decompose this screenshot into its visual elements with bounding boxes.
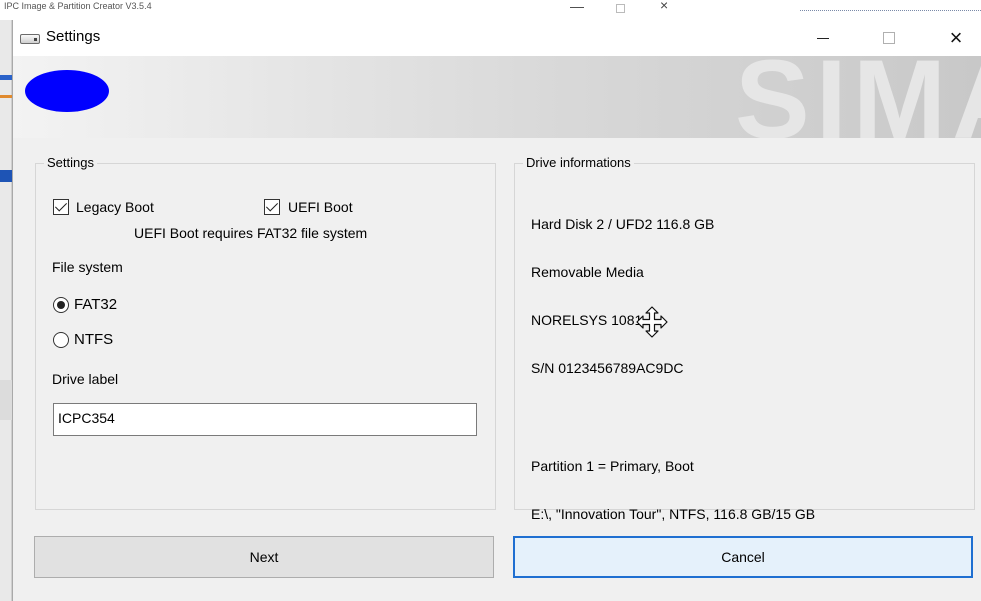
maximize-button bbox=[866, 20, 912, 56]
drive-info-text: Hard Disk 2 / UFD2 116.8 GB Removable Me… bbox=[531, 184, 815, 554]
banner-watermark: SIMA bbox=[735, 56, 981, 138]
background-app-title: IPC Image & Partition Creator V3.5.4 bbox=[4, 1, 152, 11]
dialog-title: Settings bbox=[46, 28, 101, 45]
cancel-button[interactable]: Cancel bbox=[513, 536, 973, 578]
drive-info-line: S/N 0123456789AC9DC bbox=[531, 360, 684, 376]
ntfs-radio[interactable] bbox=[53, 332, 69, 348]
settings-group-legend: Settings bbox=[44, 155, 97, 170]
drive-info-line: Partition 1 = Primary, Boot bbox=[531, 458, 694, 474]
header-banner: SIMA bbox=[13, 56, 981, 138]
drive-info-line: E:\, "Innovation Tour", NTFS, 116.8 GB/1… bbox=[531, 506, 816, 522]
settings-dialog: Settings × SIMA Settings Legacy Boot UEF… bbox=[12, 20, 981, 601]
maximize-icon bbox=[883, 32, 895, 44]
drive-info-line: Removable Media bbox=[531, 264, 644, 280]
drive-label-input[interactable]: ICPC354 bbox=[53, 403, 477, 436]
move-cursor-icon bbox=[636, 306, 668, 338]
drive-icon bbox=[20, 34, 40, 44]
dialog-titlebar[interactable]: Settings × bbox=[13, 20, 981, 56]
fat32-label[interactable]: FAT32 bbox=[74, 296, 117, 313]
fat32-radio[interactable] bbox=[53, 297, 69, 313]
close-button[interactable]: × bbox=[933, 20, 979, 56]
background-close-button[interactable]: × bbox=[660, 0, 668, 13]
settings-group: Settings Legacy Boot UEFI Boot UEFI Boot… bbox=[35, 155, 496, 510]
drive-info-legend: Drive informations bbox=[523, 155, 634, 170]
file-system-label: File system bbox=[52, 259, 123, 275]
blue-oval-logo bbox=[25, 70, 109, 112]
next-button[interactable]: Next bbox=[34, 536, 494, 578]
background-minimize-button[interactable]: — bbox=[570, 0, 584, 14]
background-app-titlebar: IPC Image & Partition Creator V3.5.4 — × bbox=[0, 0, 981, 20]
uefi-boot-label[interactable]: UEFI Boot bbox=[288, 199, 353, 215]
drive-label-title: Drive label bbox=[52, 371, 119, 387]
background-dotted-divider bbox=[800, 10, 981, 11]
drive-info-line: NORELSYS 1081 bbox=[531, 312, 643, 328]
ntfs-label[interactable]: NTFS bbox=[74, 331, 113, 348]
minimize-button[interactable] bbox=[800, 20, 846, 56]
drive-info-group: Drive informations Hard Disk 2 / UFD2 11… bbox=[514, 155, 975, 522]
legacy-boot-label[interactable]: Legacy Boot bbox=[76, 199, 154, 215]
drive-info-line: Hard Disk 2 / UFD2 116.8 GB bbox=[531, 216, 715, 232]
background-window-edge bbox=[0, 20, 12, 601]
background-maximize-button[interactable] bbox=[616, 4, 625, 13]
minimize-icon bbox=[817, 37, 829, 39]
uefi-boot-checkbox[interactable] bbox=[264, 199, 280, 215]
legacy-boot-checkbox[interactable] bbox=[53, 199, 69, 215]
uefi-note: UEFI Boot requires FAT32 file system bbox=[134, 225, 368, 241]
